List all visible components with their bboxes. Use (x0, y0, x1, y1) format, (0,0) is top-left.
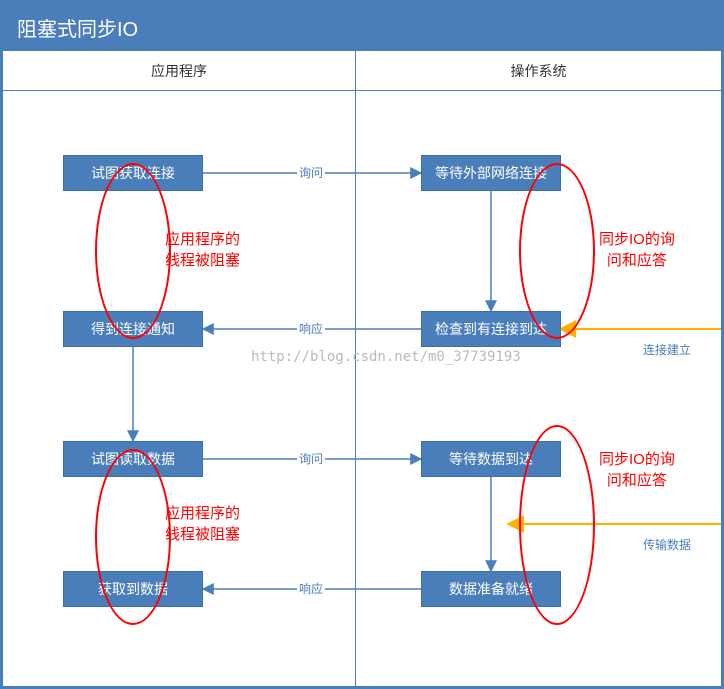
annot-sync-io-1: 同步IO的询 问和应答 (599, 229, 675, 271)
diagram-canvas: 试图获取连接 得到连接通知 试图读取数据 获取到数据 等待外部网络连接 检查到有… (3, 91, 721, 686)
col-divider-body (355, 91, 356, 686)
ext-label-data: 传输数据 (643, 536, 691, 553)
edge-label-ask2: 询问 (297, 450, 325, 467)
edge-label-resp1: 响应 (297, 320, 325, 337)
ellipse-sync-io-2 (519, 425, 595, 625)
edge-label-resp2: 响应 (297, 580, 325, 597)
edge-label-ask1: 询问 (297, 164, 325, 181)
column-headers: 应用程序 操作系统 (3, 51, 721, 91)
diagram-title: 阻塞式同步IO (17, 13, 138, 42)
title-bar: 阻塞式同步IO (3, 3, 721, 51)
diagram-frame: 阻塞式同步IO 应用程序 操作系统 (0, 0, 724, 689)
ellipse-sync-io-1 (519, 163, 595, 339)
ellipse-app-block-2 (95, 449, 171, 625)
annot-app-block-1: 应用程序的 线程被阻塞 (165, 229, 240, 271)
annot-app-block-2: 应用程序的 线程被阻塞 (165, 503, 240, 545)
watermark: http://blog.csdn.net/m0_37739193 (251, 349, 521, 365)
ellipse-app-block-1 (95, 163, 171, 339)
col-header-app: 应用程序 (3, 51, 355, 91)
ext-label-conn: 连接建立 (643, 341, 691, 358)
annot-sync-io-2: 同步IO的询 问和应答 (599, 449, 675, 491)
col-header-os: 操作系统 (356, 51, 721, 91)
